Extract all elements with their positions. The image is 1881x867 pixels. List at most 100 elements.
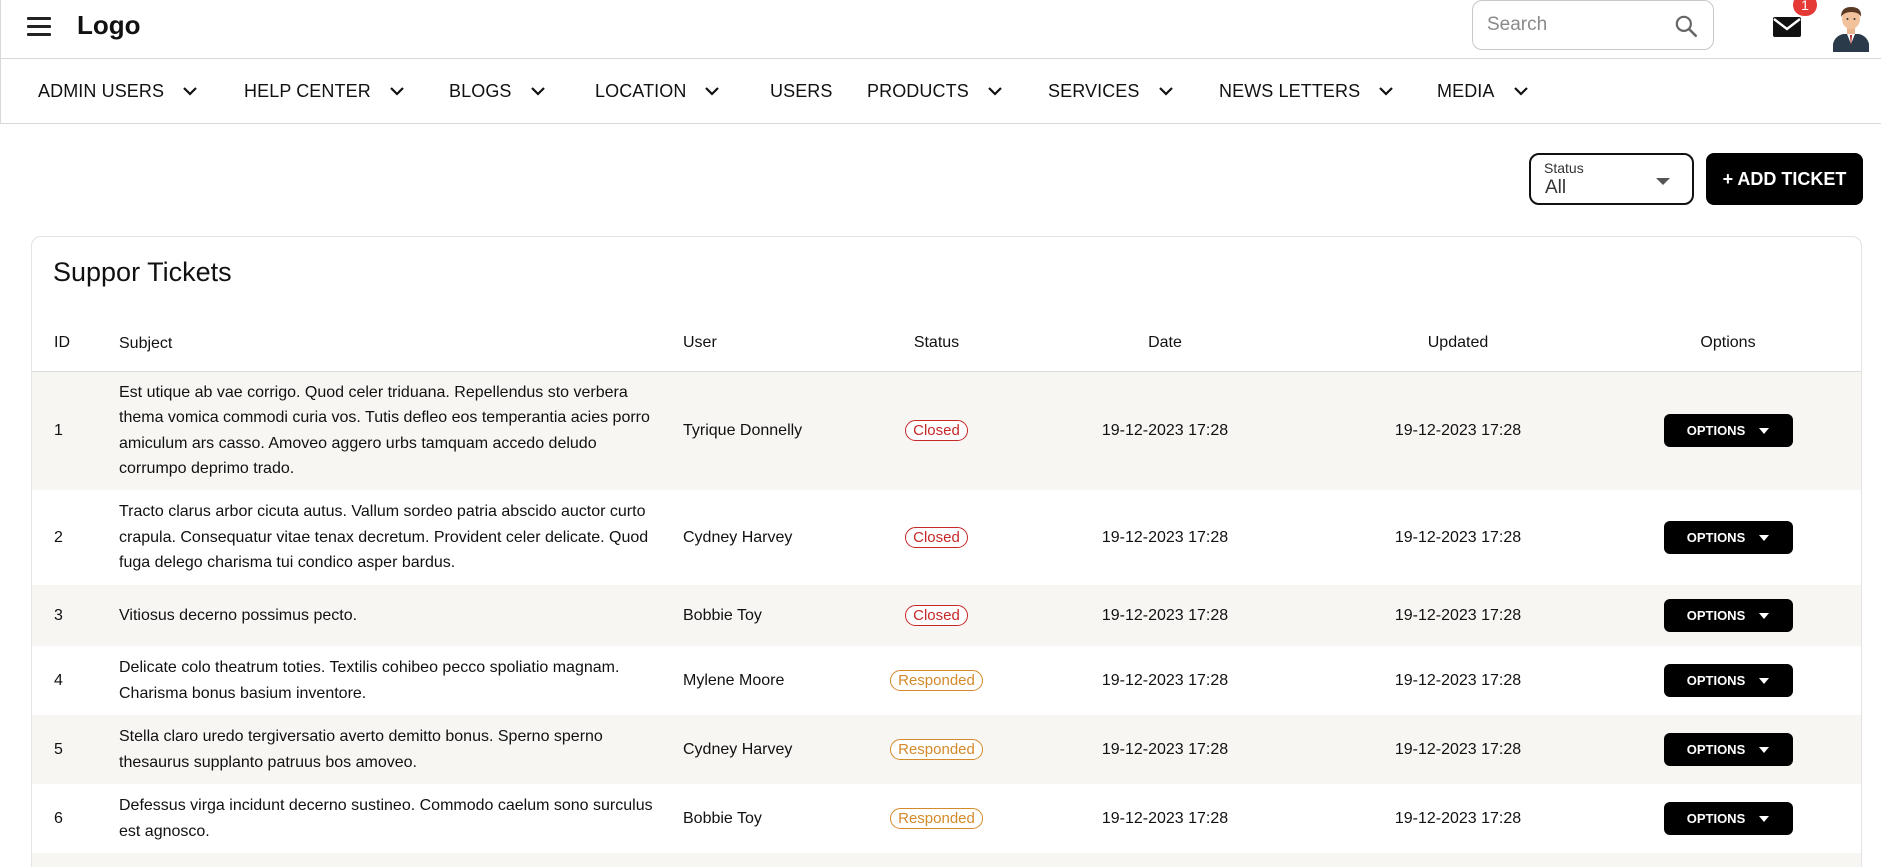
nav-item-location[interactable]: LOCATION <box>595 59 722 123</box>
options-button[interactable]: OPTIONS <box>1663 414 1793 448</box>
search-icon[interactable] <box>1673 13 1699 39</box>
cell-user: Bobbie Toy <box>683 784 866 853</box>
table-header-row: ID Subject User Status Date Updated Opti… <box>32 316 1861 372</box>
search-box <box>1472 0 1714 50</box>
table-row: 6 Defessus virga incidunt decerno sustin… <box>32 784 1861 853</box>
cell-status: Responded <box>866 646 1007 715</box>
column-header-user: User <box>683 316 866 372</box>
support-tickets-card: Suppor Tickets ID Subject User Status Da… <box>31 236 1862 867</box>
status-badge: Closed <box>905 527 968 548</box>
user-avatar[interactable] <box>1831 4 1871 52</box>
tickets-table: ID Subject User Status Date Updated Opti… <box>32 316 1861 867</box>
cell-user: Bobbie Toy <box>683 585 866 646</box>
nav-item-label: BLOGS <box>449 80 512 101</box>
top-app-bar: Logo 1 <box>0 0 1881 59</box>
status-badge: Responded <box>890 739 983 760</box>
cell-date: 19-12-2023 17:28 <box>1007 715 1323 784</box>
search-input[interactable] <box>1487 13 1667 37</box>
cell-id: 2 <box>32 490 119 585</box>
cell-options: OPTIONS <box>1593 371 1861 490</box>
nav-item-label: HELP CENTER <box>244 80 371 101</box>
options-button[interactable]: OPTIONS <box>1663 802 1793 835</box>
nav-item-label: PRODUCTS <box>867 80 969 101</box>
chevron-down-icon <box>530 87 545 96</box>
cell-subject: Defessus virga incidunt decerno sustineo… <box>119 784 683 853</box>
nav-item-users[interactable]: USERS <box>770 59 833 123</box>
cell-date: 19-12-2023 17:28 <box>1007 784 1323 853</box>
options-button-label: OPTIONS <box>1686 530 1746 545</box>
cell-status: Responded <box>866 715 1007 784</box>
cell-updated: 19-12-2023 17:28 <box>1323 715 1593 784</box>
cell-updated: 19-12-2023 17:28 <box>1323 490 1593 585</box>
column-header-status: Status <box>866 316 1007 372</box>
logo[interactable]: Logo <box>77 10 141 41</box>
table-row: 4 Delicate colo theatrum toties. Textili… <box>32 646 1861 715</box>
cell-options: OPTIONS <box>1593 646 1861 715</box>
card-title: Suppor Tickets <box>53 257 232 287</box>
dropdown-arrow-icon <box>1656 178 1670 185</box>
nav-item-help-center[interactable]: HELP CENTER <box>244 59 407 123</box>
notification-badge: 1 <box>1793 0 1817 16</box>
cell-status: Responded <box>866 784 1007 853</box>
cell-updated: 19-12-2023 17:28 <box>1323 646 1593 715</box>
options-button-label: OPTIONS <box>1686 423 1746 439</box>
options-button-label: OPTIONS <box>1686 811 1746 826</box>
nav-item-blogs[interactable]: BLOGS <box>449 59 548 123</box>
status-badge: Responded <box>890 808 983 829</box>
options-button[interactable]: OPTIONS <box>1663 521 1793 554</box>
cell-id: 1 <box>32 371 119 490</box>
cell-user: Mylene Moore <box>683 646 866 715</box>
table-row: 1 Est utique ab vae corrigo. Quod celer … <box>32 371 1861 490</box>
table-row: 2 Tracto clarus arbor cicuta autus. Vall… <box>32 490 1861 585</box>
cell-status: Closed <box>866 490 1007 585</box>
cell-updated: 19-12-2023 17:28 <box>1323 784 1593 853</box>
nav-item-label: LOCATION <box>595 80 687 101</box>
cell-date: 19-12-2023 17:28 <box>1007 585 1323 646</box>
chevron-down-icon <box>1513 87 1528 96</box>
cell-options: OPTIONS <box>1593 784 1861 853</box>
column-header-updated: Updated <box>1323 316 1593 372</box>
status-filter-label: Status <box>1544 160 1584 176</box>
caret-down-icon <box>1759 677 1770 684</box>
status-filter-select[interactable]: Status All <box>1529 153 1694 205</box>
options-button[interactable]: OPTIONS <box>1663 664 1793 697</box>
caret-down-icon <box>1759 746 1770 753</box>
chevron-down-icon <box>390 87 404 96</box>
cell-status: Closed <box>866 585 1007 646</box>
chevron-down-icon <box>1379 87 1393 96</box>
chevron-down-icon <box>1158 87 1173 96</box>
caret-down-icon <box>1759 815 1770 822</box>
mail-icon[interactable] <box>1771 13 1803 41</box>
column-header-id: ID <box>32 316 119 372</box>
cell-status: Closed <box>866 371 1007 490</box>
nav-item-products[interactable]: PRODUCTS <box>867 59 1005 123</box>
nav-item-media[interactable]: MEDIA <box>1437 59 1531 123</box>
nav-item-news-letters[interactable]: NEWS LETTERS <box>1219 59 1396 123</box>
cell-subject: Vitiosus decerno possimus pecto. <box>119 585 683 646</box>
options-button[interactable]: OPTIONS <box>1663 733 1793 766</box>
partial-row <box>32 853 1861 867</box>
cell-date: 19-12-2023 17:28 <box>1007 490 1323 585</box>
column-header-options: Options <box>1593 316 1861 372</box>
status-badge: Closed <box>905 605 968 626</box>
table-row: 3 Vitiosus decerno possimus pecto. Bobbi… <box>32 585 1861 646</box>
nav-item-admin-users[interactable]: ADMIN USERS <box>38 59 200 123</box>
add-ticket-button[interactable]: + ADD TICKET <box>1706 153 1863 205</box>
cell-options: OPTIONS <box>1593 585 1861 646</box>
cell-user: Cydney Harvey <box>683 715 866 784</box>
nav-item-services[interactable]: SERVICES <box>1048 59 1176 123</box>
options-button-label: OPTIONS <box>1686 608 1746 623</box>
cell-subject: Stella claro uredo tergiversatio averto … <box>119 715 683 784</box>
cell-user: Tyrique Donnelly <box>683 371 866 490</box>
cell-options: OPTIONS <box>1593 715 1861 784</box>
cell-user: Cydney Harvey <box>683 490 866 585</box>
caret-down-icon <box>1759 534 1770 541</box>
table-row <box>32 853 1861 867</box>
cell-options: OPTIONS <box>1593 490 1861 585</box>
status-badge: Responded <box>890 670 983 691</box>
hamburger-menu-icon[interactable] <box>27 17 51 37</box>
options-button[interactable]: OPTIONS <box>1663 599 1793 632</box>
cell-id: 3 <box>32 585 119 646</box>
cell-updated: 19-12-2023 17:28 <box>1323 585 1593 646</box>
options-button-label: OPTIONS <box>1686 673 1746 688</box>
